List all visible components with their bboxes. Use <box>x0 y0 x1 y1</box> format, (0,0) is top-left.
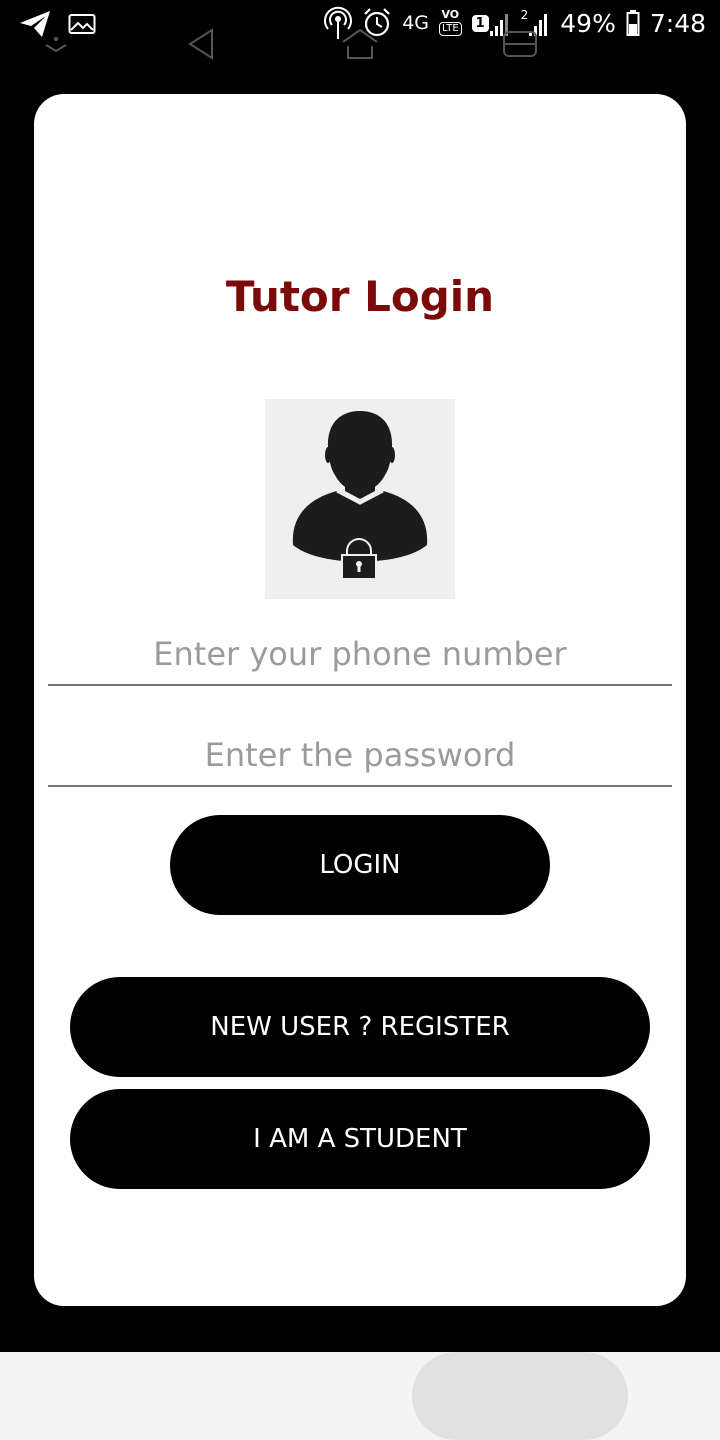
home-icon <box>342 28 378 59</box>
network-type: 4G <box>402 12 430 34</box>
clock: 7:48 <box>649 8 706 38</box>
recents-icon <box>503 31 537 57</box>
screen: 4G VO LTE 1 2 49% 7:48 Tutor Login Enter… <box>0 0 720 1440</box>
login-button[interactable]: LOGIN <box>170 815 550 915</box>
hide-keyboard-button[interactable] <box>26 0 86 88</box>
page-title: Tutor Login <box>225 272 495 321</box>
battery-percent: 49% <box>560 8 616 38</box>
sim1-badge: 1 <box>471 14 489 32</box>
password-input[interactable] <box>48 725 672 787</box>
home-button[interactable] <box>328 0 392 88</box>
back-button[interactable] <box>172 0 232 88</box>
volte-indicator: VO LTE <box>439 9 462 36</box>
phone-input[interactable] <box>48 624 672 686</box>
battery-icon <box>626 9 640 37</box>
recents-highlight <box>412 1352 628 1440</box>
avatar <box>265 399 455 599</box>
recents-button[interactable] <box>490 0 550 88</box>
register-button[interactable]: NEW USER ? REGISTER <box>70 977 650 1077</box>
user-lock-icon <box>292 411 428 580</box>
hide-keyboard-icon <box>45 36 67 53</box>
student-button[interactable]: I AM A STUDENT <box>70 1089 650 1189</box>
back-icon <box>188 28 213 60</box>
